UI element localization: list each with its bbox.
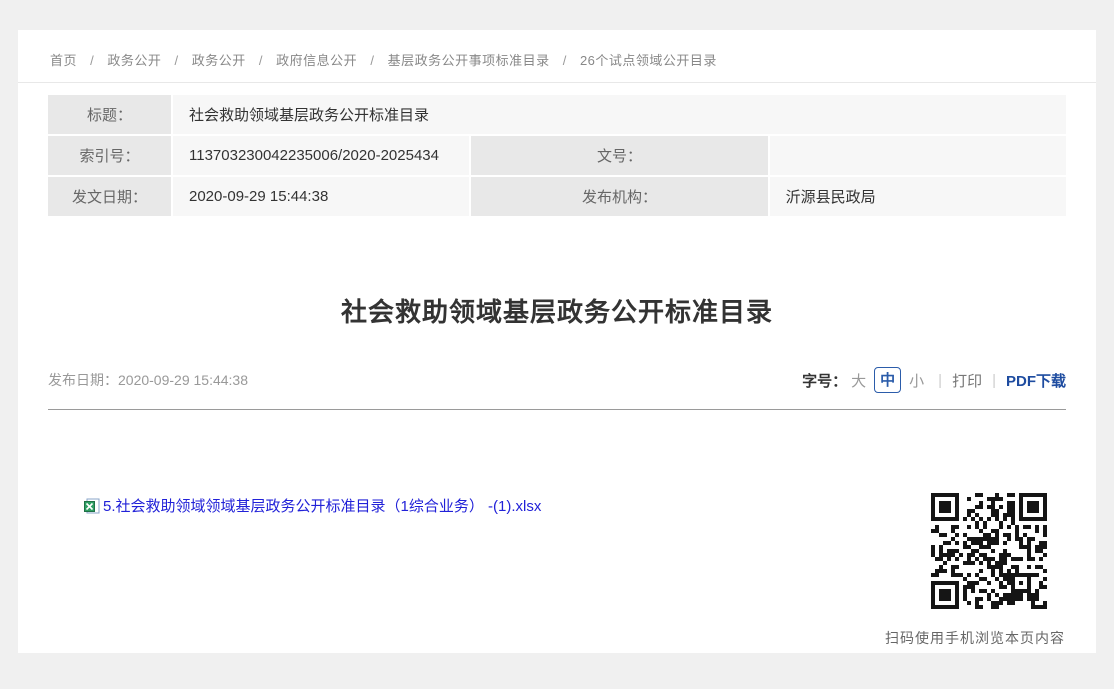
attachment-download-link[interactable]: 5.社会救助领域领域基层政务公开标准目录（1综合业务） -(1).xlsx — [103, 495, 541, 516]
toolbar-separator: | — [992, 372, 996, 389]
index-number-value: 113703230042235006/2020-2025434 — [173, 136, 469, 175]
issue-date-label: 发文日期： — [48, 177, 171, 216]
fontsize-large-button[interactable]: 大 — [851, 370, 866, 391]
doc-number-value — [770, 136, 1066, 175]
page-background: { "breadcrumb": { "separator": "/", "ite… — [0, 0, 1114, 689]
title-value: 社会救助领域基层政务公开标准目录 — [173, 95, 1066, 134]
pdf-download-button[interactable]: PDF下载 — [1006, 370, 1066, 391]
index-number-label: 索引号： — [48, 136, 171, 175]
page-title: 社会救助领域基层政务公开标准目录 — [18, 292, 1096, 329]
fontsize-label: 字号： — [802, 370, 847, 391]
issuing-agency-label: 发布机构： — [471, 177, 767, 216]
breadcrumb-separator: / — [259, 53, 263, 68]
publish-date-label: 发布日期： — [48, 372, 118, 388]
print-button[interactable]: 打印 — [952, 370, 982, 391]
issuing-agency-value: 沂源县民政局 — [770, 177, 1066, 216]
title-label: 标题： — [48, 95, 171, 134]
breadcrumb-zhengwu-gongkai-2[interactable]: 政务公开 — [192, 53, 246, 68]
doc-number-label: 文号： — [471, 136, 767, 175]
content-card: 首页 / 政务公开 / 政务公开 / 政府信息公开 / 基层政务公开事项标准目录… — [18, 30, 1096, 653]
breadcrumb-separator: / — [370, 53, 374, 68]
qr-block: 扫码使用手机浏览本页内容 — [885, 490, 1065, 648]
fontsize-small-button[interactable]: 小 — [909, 370, 924, 391]
breadcrumb-divider — [18, 82, 1096, 83]
toolbar-separator: | — [938, 372, 942, 389]
document-meta-table: 标题： 社会救助领域基层政务公开标准目录 索引号： 11370323004223… — [46, 93, 1068, 218]
breadcrumb-pilot-catalog[interactable]: 26个试点领域公开目录 — [580, 53, 717, 68]
breadcrumb-separator: / — [90, 53, 94, 68]
issue-date-value: 2020-09-29 15:44:38 — [173, 177, 469, 216]
breadcrumb-separator: / — [563, 53, 567, 68]
article-toolbar: 字号： 大 中 小 | 打印 | PDF下载 — [802, 367, 1066, 393]
breadcrumb-home[interactable]: 首页 — [50, 53, 77, 68]
excel-file-icon — [83, 498, 100, 514]
table-row: 标题： 社会救助领域基层政务公开标准目录 — [48, 95, 1066, 134]
breadcrumb-gov-info[interactable]: 政府信息公开 — [276, 53, 357, 68]
table-row: 发文日期： 2020-09-29 15:44:38 发布机构： 沂源县民政局 — [48, 177, 1066, 216]
table-row: 索引号： 113703230042235006/2020-2025434 文号： — [48, 136, 1066, 175]
breadcrumb: 首页 / 政务公开 / 政务公开 / 政府信息公开 / 基层政务公开事项标准目录… — [18, 30, 1096, 69]
publish-date: 发布日期：2020-09-29 15:44:38 — [48, 370, 248, 390]
qr-code — [928, 490, 1050, 612]
breadcrumb-separator: / — [175, 53, 179, 68]
breadcrumb-zhengwu-gongkai-1[interactable]: 政务公开 — [107, 53, 161, 68]
publish-date-value: 2020-09-29 15:44:38 — [118, 372, 248, 388]
breadcrumb-standard-catalog[interactable]: 基层政务公开事项标准目录 — [388, 53, 550, 68]
article-divider — [48, 409, 1066, 410]
qr-caption: 扫码使用手机浏览本页内容 — [885, 628, 1065, 648]
fontsize-medium-button[interactable]: 中 — [874, 367, 901, 393]
article-info-bar: 发布日期：2020-09-29 15:44:38 字号： 大 中 小 | 打印 … — [48, 367, 1066, 393]
